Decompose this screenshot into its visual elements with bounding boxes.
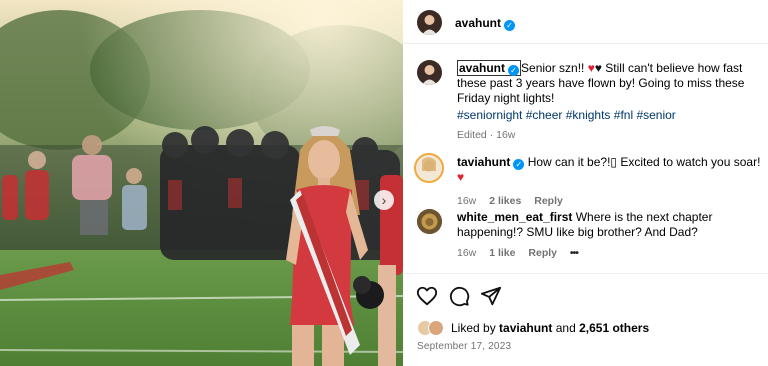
post-actions: Liked by taviahunt and 2,651 others Sept… (403, 273, 768, 366)
liked-by-others[interactable]: 2,651 others (579, 321, 649, 335)
author-username[interactable]: avahunt ✓ (455, 16, 516, 31)
comment-reply-button[interactable]: Reply (528, 247, 557, 259)
avatar[interactable] (414, 153, 444, 183)
chevron-right-icon: › (381, 192, 387, 208)
caption-hashtags[interactable]: #seniornight #cheer #knights #fnl #senio… (457, 108, 764, 123)
post-photo: › (0, 0, 403, 366)
avatar[interactable] (417, 209, 442, 234)
likes-summary[interactable]: Liked by taviahunt and 2,651 others (417, 320, 649, 336)
liker-avatars (417, 320, 447, 336)
liked-by-user[interactable]: taviahunt (499, 321, 552, 335)
post-date: September 17, 2023 (417, 341, 512, 352)
comment-age: 16w (457, 247, 477, 259)
comment-icon[interactable] (448, 285, 470, 307)
black-heart-emoji-icon: ♥ (594, 61, 602, 75)
heart-icon[interactable] (416, 285, 438, 307)
comment-username[interactable]: taviahunt ✓ (457, 155, 525, 170)
share-icon[interactable] (480, 285, 502, 307)
verified-badge-icon: ✓ (508, 65, 520, 76)
caption-meta: Edited · 16w (457, 129, 516, 141)
verified-badge-icon: ✓ (513, 159, 525, 170)
comment-reply-button[interactable]: Reply (534, 195, 563, 207)
comment-text: How can it be?!▯ Excited to watch you so… (527, 155, 761, 169)
comment-username[interactable]: white_men_eat_first (457, 210, 572, 224)
post-detail-panel: avahunt ✓ avahunt ✓ Senior szn!! ♥♥ Still c… (403, 0, 768, 366)
post-header: avahunt ✓ (403, 0, 768, 44)
comment-age: 16w (457, 195, 477, 207)
more-options-icon[interactable]: ••• (570, 247, 579, 259)
next-photo-button[interactable]: › (374, 190, 394, 210)
comment-likes[interactable]: 2 likes (489, 195, 521, 207)
red-heart-emoji-icon: ♥ (457, 170, 465, 184)
red-heart-emoji-icon: ♥ (587, 61, 595, 75)
avatar[interactable] (417, 60, 442, 85)
verified-badge-icon: ✓ (504, 20, 516, 31)
caption-username[interactable]: avahunt ✓ (457, 60, 522, 76)
caption-text: Senior szn!! (521, 61, 588, 75)
avatar[interactable] (417, 10, 442, 35)
comment-likes[interactable]: 1 like (489, 247, 515, 259)
